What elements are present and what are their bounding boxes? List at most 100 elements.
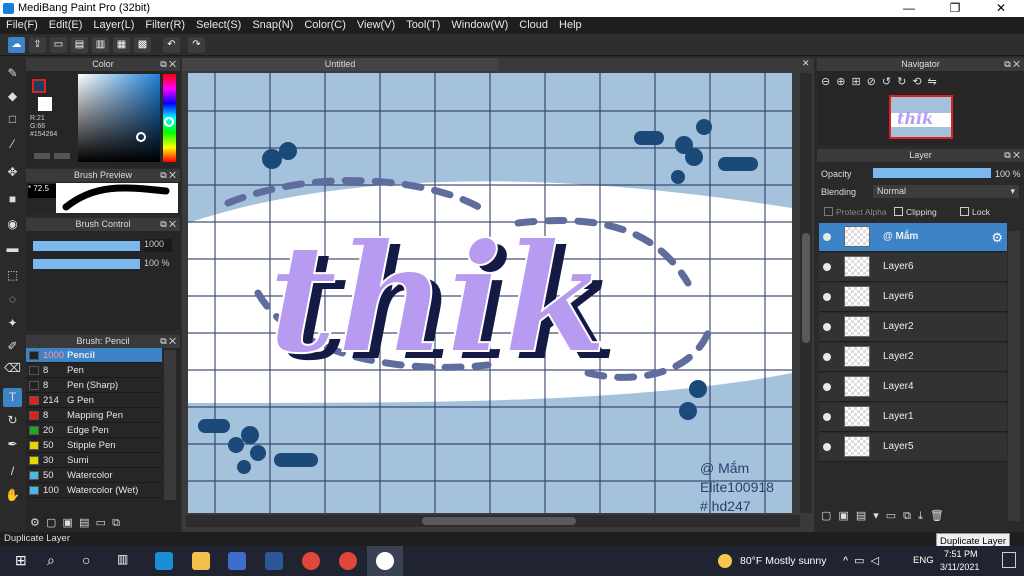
add-layer-menu-icon[interactable]: ▾: [873, 510, 886, 522]
brush-opacity-slider[interactable]: [33, 259, 140, 269]
flip-icon[interactable]: ⇋: [928, 76, 943, 88]
visibility-icon[interactable]: [823, 383, 831, 391]
menu-view[interactable]: View(V): [351, 17, 400, 31]
visibility-icon[interactable]: [823, 263, 831, 271]
select-pen-icon[interactable]: ✐: [3, 337, 22, 356]
hand-tool-icon[interactable]: ✋: [3, 486, 22, 505]
rotate-reset-icon[interactable]: ⟲: [912, 76, 927, 88]
menu-color[interactable]: Color(C): [298, 17, 351, 31]
blending-select[interactable]: Normal ▾: [873, 185, 1019, 198]
brush-list-item[interactable]: 100 Watercolor (Wet): [26, 483, 162, 498]
brush-settings-icon[interactable]: ⚙: [30, 517, 40, 529]
fit-icon[interactable]: ⊞: [851, 76, 866, 88]
medibang-taskbar-button[interactable]: [367, 546, 403, 576]
pen-tool-icon[interactable]: /: [3, 462, 22, 481]
navigator-thumbnail[interactable]: thik: [889, 95, 953, 139]
lasso-tool-icon[interactable]: ◌: [3, 290, 22, 309]
new-brush-icon[interactable]: ▢: [46, 517, 56, 529]
chrome-icon-2[interactable]: [339, 552, 357, 570]
brush-size-value[interactable]: 1000: [144, 239, 172, 252]
zoom-in-icon[interactable]: ⊕: [836, 76, 851, 88]
gear-icon[interactable]: ⚙: [991, 230, 1003, 246]
saturation-value-picker[interactable]: [78, 74, 160, 162]
clipping-checkbox[interactable]: [894, 207, 903, 216]
store-icon[interactable]: [228, 552, 246, 570]
color-option-button[interactable]: [54, 153, 70, 159]
background-color-swatch[interactable]: [38, 97, 52, 111]
new-layer-8bit-icon[interactable]: ▣: [838, 510, 855, 522]
clock-date[interactable]: 3/11/2021: [940, 562, 979, 572]
operation-tool-icon[interactable]: ↻: [3, 411, 22, 430]
minimize-button[interactable]: —: [886, 0, 932, 17]
text-tool-icon[interactable]: T: [3, 388, 22, 407]
bucket-tool-icon[interactable]: ◉: [3, 215, 22, 234]
canvas-tab[interactable]: Untitled: [182, 58, 498, 71]
menu-help[interactable]: Help: [553, 17, 587, 31]
document-icon[interactable]: ▥: [92, 37, 109, 53]
comment-icon[interactable]: ▭: [50, 37, 67, 53]
brush-list-item[interactable]: 8 Pen (Sharp): [26, 378, 162, 393]
share-icon[interactable]: ⇪: [29, 37, 46, 53]
cortana-icon[interactable]: ○: [82, 552, 100, 570]
brush-list-scrollbar[interactable]: [164, 350, 176, 500]
menu-tool[interactable]: Tool(T): [400, 17, 445, 31]
move-tool-icon[interactable]: ✥: [3, 163, 22, 182]
brush-copy-icon[interactable]: ▤: [79, 517, 89, 529]
layer-item[interactable]: Layer5: [819, 433, 1007, 462]
layer-item[interactable]: Layer1: [819, 403, 1007, 432]
layer-item[interactable]: Layer2: [819, 313, 1007, 342]
menu-cloud[interactable]: Cloud: [513, 17, 553, 31]
brush-list-item[interactable]: 30 Sumi: [26, 453, 162, 468]
menu-snap[interactable]: Snap(N): [246, 17, 298, 31]
grid-icon[interactable]: ▦: [113, 37, 130, 53]
brush-list-item[interactable]: 8 Pen: [26, 363, 162, 378]
language-indicator[interactable]: ENG: [913, 555, 934, 566]
menu-select[interactable]: Select(S): [190, 17, 246, 31]
canvas-vertical-scrollbar[interactable]: [800, 73, 812, 513]
vertical-scroll-thumb[interactable]: [802, 233, 810, 343]
fill-rect-icon[interactable]: ■: [3, 190, 22, 209]
close-button[interactable]: ✕: [978, 0, 1024, 17]
new-layer-icon[interactable]: ▢: [821, 510, 838, 522]
weather-text[interactable]: 80°F Mostly sunny: [740, 555, 826, 567]
visibility-icon[interactable]: [823, 323, 831, 331]
layer-item[interactable]: Layer6: [819, 283, 1007, 312]
brush-list-item[interactable]: 20 Edge Pen: [26, 423, 162, 438]
clock-time[interactable]: 7:51 PM: [944, 549, 978, 559]
magic-wand-icon[interactable]: ✦: [3, 314, 22, 333]
brush-list-item[interactable]: 1000 Pencil: [26, 348, 162, 363]
windows-start-icon[interactable]: ⊞: [15, 552, 33, 570]
delete-layer-icon[interactable]: 🗑: [930, 510, 951, 522]
file-explorer-icon[interactable]: [192, 552, 210, 570]
chrome-icon[interactable]: [302, 552, 320, 570]
menu-filter[interactable]: Filter(R): [139, 17, 190, 31]
layer-folder-icon[interactable]: ▭: [886, 510, 903, 522]
canvas[interactable]: thik thik @ Mắm Elite100918 # hd247: [188, 73, 792, 513]
layer-item[interactable]: @ Mắm ⚙: [819, 223, 1007, 252]
tiles-icon[interactable]: ▩: [134, 37, 151, 53]
add-color-button[interactable]: [34, 153, 50, 159]
redo-icon[interactable]: ↷: [188, 37, 205, 53]
foreground-color-swatch[interactable]: [32, 79, 46, 93]
folder-icon[interactable]: ▭: [96, 517, 106, 529]
menu-file[interactable]: File(F): [0, 17, 43, 31]
visibility-icon[interactable]: [823, 443, 831, 451]
menu-edit[interactable]: Edit(E): [43, 17, 88, 31]
layer-item[interactable]: Layer2: [819, 343, 1007, 372]
menu-window[interactable]: Window(W): [445, 17, 513, 31]
zoom-reset-icon[interactable]: ⊘: [867, 76, 882, 88]
visibility-icon[interactable]: [823, 413, 831, 421]
search-icon[interactable]: ⌕: [47, 552, 65, 570]
line-tool-icon[interactable]: ⁄: [3, 135, 22, 154]
network-icon[interactable]: ▭: [854, 555, 870, 567]
chevron-up-icon[interactable]: ^: [843, 555, 854, 567]
brush-list-item[interactable]: 50 Watercolor: [26, 468, 162, 483]
select-tool-icon[interactable]: ⬚: [3, 266, 22, 285]
layer-opacity-slider[interactable]: [873, 168, 991, 178]
visibility-icon[interactable]: [823, 353, 831, 361]
eyedropper-icon[interactable]: ✒: [3, 435, 22, 454]
gradient-tool-icon[interactable]: ▬: [3, 239, 22, 258]
undo-icon[interactable]: ↶: [163, 37, 180, 53]
brush-tool-icon[interactable]: ✎: [3, 64, 22, 83]
task-view-icon[interactable]: ▥: [117, 552, 135, 570]
